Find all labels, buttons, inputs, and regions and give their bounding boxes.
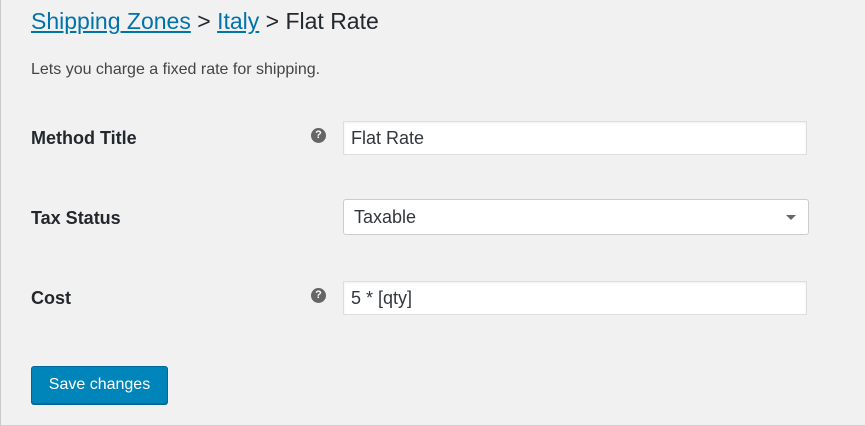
chevron-down-icon — [786, 215, 796, 220]
method-title-label: Method Title — [31, 128, 137, 148]
tax-status-label: Tax Status — [31, 208, 121, 228]
breadcrumb: Shipping Zones > Italy > Flat Rate — [31, 6, 379, 36]
breadcrumb-current: Flat Rate — [285, 8, 379, 34]
method-description: Lets you charge a fixed rate for shippin… — [31, 61, 321, 78]
method-title-help-icon[interactable]: ? — [311, 128, 326, 143]
breadcrumb-separator: > — [265, 8, 280, 34]
breadcrumb-link-shipping-zones[interactable]: Shipping Zones — [31, 8, 191, 34]
breadcrumb-separator: > — [197, 8, 211, 34]
tax-status-select[interactable]: Taxable — [343, 199, 809, 235]
method-title-input[interactable]: Flat Rate — [343, 121, 807, 155]
frame-left-border — [0, 0, 1, 426]
cost-label: Cost — [31, 288, 71, 308]
tax-status-selected-value: Taxable — [354, 207, 417, 227]
cost-input[interactable]: 5 * [qty] — [343, 281, 807, 315]
save-changes-button[interactable]: Save changes — [31, 366, 168, 404]
cost-help-icon[interactable]: ? — [311, 288, 326, 303]
breadcrumb-link-zone[interactable]: Italy — [217, 8, 259, 34]
